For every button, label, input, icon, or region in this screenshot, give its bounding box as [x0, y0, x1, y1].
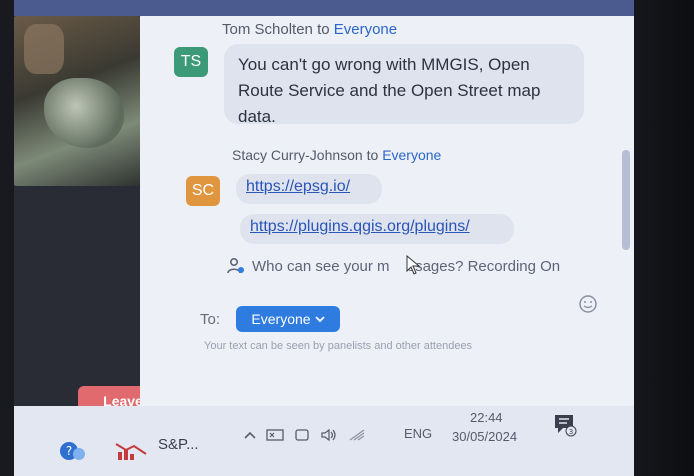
help-icon[interactable]: ?: [58, 440, 86, 462]
wifi-icon[interactable]: [348, 428, 366, 442]
sender-name: Stacy Curry-Johnson: [232, 147, 363, 163]
emoji-icon[interactable]: [578, 294, 598, 314]
chat-scrollbar[interactable]: [622, 150, 630, 250]
svg-text:?: ?: [66, 444, 72, 458]
network-icon[interactable]: [266, 428, 284, 442]
system-tray: [244, 428, 366, 442]
monitor-bezel-left: [0, 0, 14, 476]
battery-icon[interactable]: [294, 428, 310, 442]
taskbar-app-label[interactable]: S&P...: [158, 436, 199, 453]
notification-count: 3: [569, 428, 573, 436]
chevron-down-icon: [314, 316, 325, 323]
sender-name: Tom Scholten: [222, 21, 313, 38]
to-label: To:: [200, 311, 221, 328]
sender-to: to: [366, 147, 379, 163]
avatar: TS: [174, 47, 208, 77]
chat-link[interactable]: https://epsg.io/: [236, 174, 382, 204]
stage-area: [14, 186, 140, 406]
people-icon: [226, 256, 246, 276]
recipient-select-value: Everyone: [251, 311, 311, 327]
privacy-notice[interactable]: Who can see your m ssages? Recording On: [226, 256, 560, 276]
language-indicator[interactable]: ENG: [404, 426, 432, 441]
clock-time[interactable]: 22:44: [470, 410, 503, 425]
chat-link[interactable]: https://plugins.qgis.org/plugins/: [240, 214, 514, 244]
chevron-up-icon[interactable]: [244, 430, 256, 440]
composer-hint: Your text can be seen by panelists and o…: [204, 340, 473, 352]
mouse-cursor-icon: [406, 255, 421, 275]
monitor-bezel-right: [634, 0, 694, 476]
recipient-select[interactable]: Everyone: [236, 306, 340, 332]
participant-video: [14, 16, 140, 186]
avatar: SC: [186, 176, 220, 206]
stock-chart-app-icon[interactable]: [114, 440, 150, 462]
volume-icon[interactable]: [320, 428, 338, 442]
message-sender: Tom Scholten to Everyone: [222, 21, 397, 38]
privacy-text-tail: ssages? Recording On: [407, 257, 561, 275]
notification-icon[interactable]: 3: [552, 412, 578, 438]
sender-to: to: [317, 21, 330, 38]
chat-message: You can't go wrong with MMGIS, Open Rout…: [224, 44, 584, 126]
privacy-text: Who can see your m: [252, 257, 390, 275]
photo-of-screen: Leave Tom Scholten to Everyone TS You ca…: [0, 0, 694, 476]
sender-recipient: Everyone: [382, 147, 442, 163]
monitor-bezel-top: [0, 0, 694, 16]
message-sender: Stacy Curry-Johnson to Everyone: [232, 147, 441, 163]
sender-recipient: Everyone: [333, 21, 398, 38]
clock-date[interactable]: 30/05/2024: [452, 429, 517, 444]
